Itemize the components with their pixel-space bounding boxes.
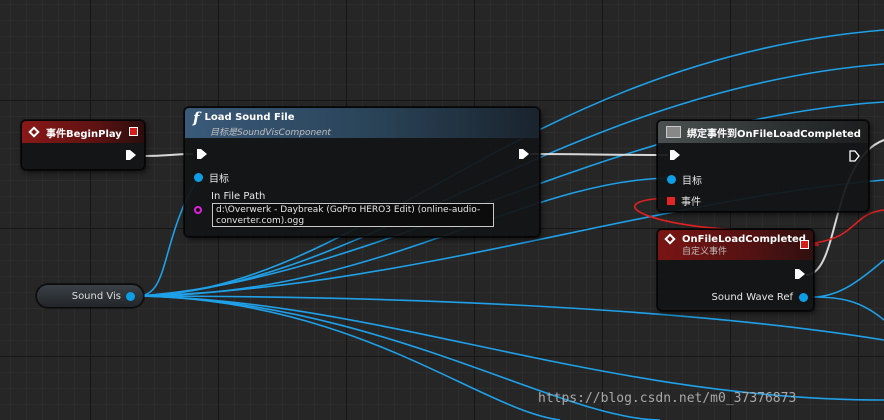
bind-event-icon <box>666 126 681 138</box>
exec-wire <box>529 153 669 156</box>
event-beginplay-header: 事件BeginPlay <box>22 121 144 143</box>
delegate-wire <box>807 209 884 245</box>
on-file-load-completed-header: OnFileLoadCompleted 自定义事件 <box>658 230 813 260</box>
event-diamond-icon <box>664 233 676 245</box>
object-pin-icon <box>799 293 808 302</box>
string-pin-icon <box>194 206 202 214</box>
exec-arrow-icon <box>670 150 680 160</box>
pin-label: In File Path <box>211 191 266 202</box>
exec-hollow-arrow-icon <box>849 150 860 162</box>
bind-event-node[interactable]: 绑定事件到OnFileLoadCompleted 目标 事件 <box>657 120 869 212</box>
delegate-pin-icon <box>667 196 675 205</box>
node-title: Load Sound File <box>204 112 295 123</box>
exec-arrow-icon <box>197 149 207 159</box>
on-file-load-completed-node[interactable]: OnFileLoadCompleted 自定义事件 Sound Wave Ref <box>657 229 814 311</box>
object-wire <box>811 259 884 298</box>
exec-output-pin[interactable] <box>795 269 805 279</box>
in-file-path-label-row: In File Path <box>211 191 265 202</box>
pin-label: 事件 <box>681 197 701 208</box>
watermark: https://blog.csdn.net/m0_37376873 <box>538 391 797 406</box>
object-pin-icon[interactable] <box>126 291 135 301</box>
in-file-path-pin[interactable] <box>194 206 202 214</box>
object-wire <box>137 295 561 420</box>
exec-output-pin[interactable] <box>519 149 529 159</box>
object-wire <box>137 295 884 401</box>
delegate-square-icon[interactable] <box>129 127 138 136</box>
node-subtitle: 自定义事件 <box>682 246 728 257</box>
object-pin-icon <box>194 173 203 182</box>
pin-label: 目标 <box>682 176 702 187</box>
exec-input-pin[interactable] <box>670 150 680 160</box>
event-pin[interactable]: 事件 <box>667 193 701 208</box>
file-path-input[interactable]: d:\Overwerk - Daybreak (GoPro HERO3 Edit… <box>212 203 494 227</box>
pin-label: Sound Wave Ref <box>711 292 793 303</box>
node-subtitle: 目标是SoundVisComponent <box>210 127 331 138</box>
target-pin[interactable]: 目标 <box>667 172 702 187</box>
delegate-square-icon[interactable] <box>800 240 809 249</box>
bind-event-header: 绑定事件到OnFileLoadCompleted <box>658 121 868 143</box>
exec-input-pin[interactable] <box>197 149 207 159</box>
exec-output-pin[interactable] <box>126 150 136 160</box>
function-icon: f <box>193 108 200 127</box>
node-title: 绑定事件到OnFileLoadCompleted <box>687 128 861 140</box>
variable-label: Sound Vis <box>71 290 121 302</box>
object-pin-icon <box>667 175 676 184</box>
event-diamond-icon <box>28 126 40 138</box>
target-pin[interactable]: 目标 <box>194 170 229 185</box>
exec-arrow-icon <box>795 269 805 279</box>
node-title: 事件BeginPlay <box>46 128 122 140</box>
exec-output-pin[interactable] <box>849 150 860 162</box>
sound-wave-ref-pin[interactable]: Sound Wave Ref <box>712 292 808 303</box>
exec-arrow-icon <box>126 150 136 160</box>
exec-arrow-icon <box>519 149 529 159</box>
sound-vis-variable-node[interactable]: Sound Vis <box>36 284 144 308</box>
pin-label: 目标 <box>209 174 229 185</box>
object-wire <box>811 296 884 321</box>
event-beginplay-node[interactable]: 事件BeginPlay <box>21 120 145 170</box>
load-sound-file-header: f Load Sound File 目标是SoundVisComponent <box>185 108 539 138</box>
